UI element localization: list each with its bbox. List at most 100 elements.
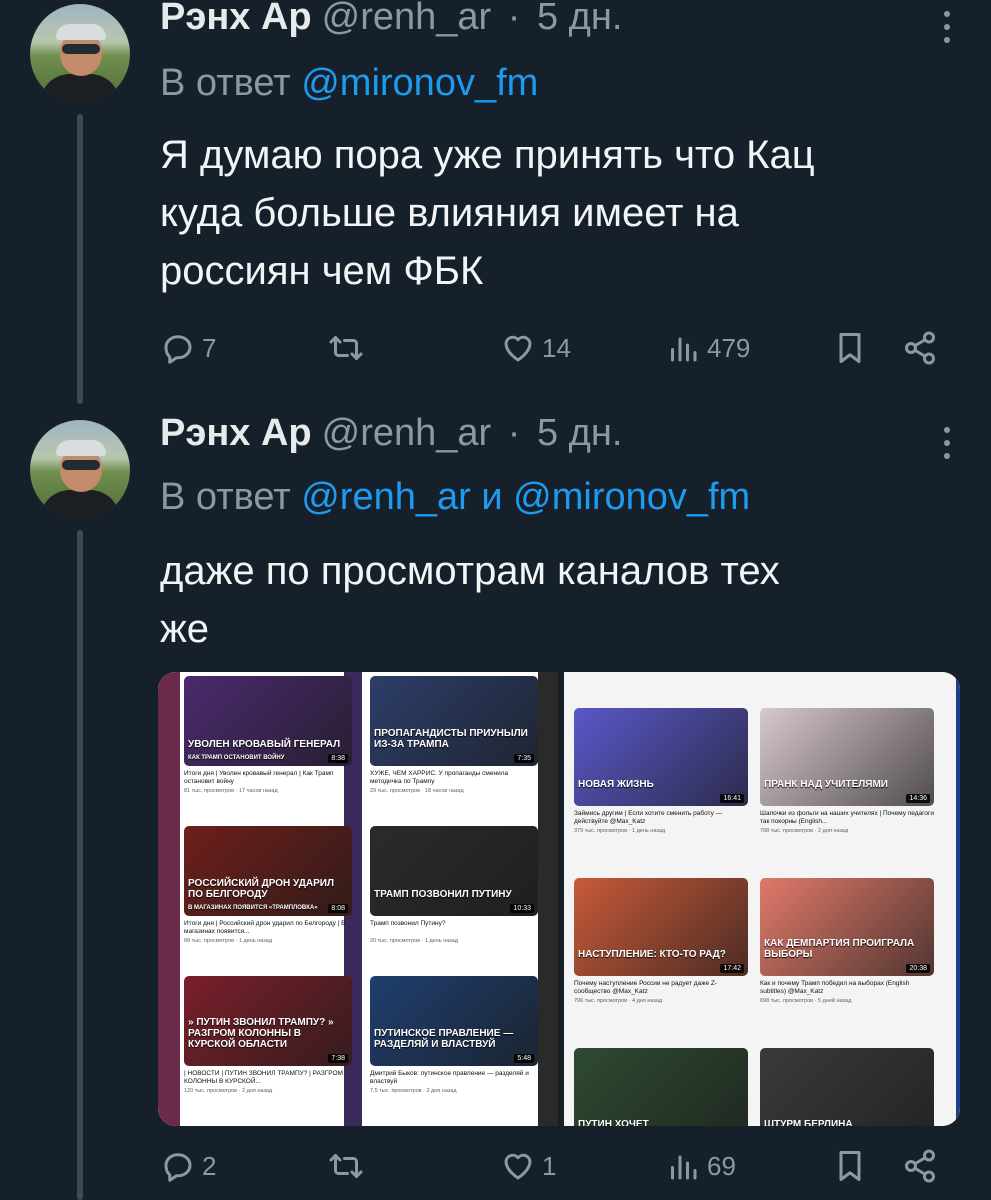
video-card[interactable]: Наступление: кто-то рад? 17:42 Почему наст… <box>574 878 748 1048</box>
video-meta: 7,5 тыс. просмотров · 2 дня назад <box>370 1088 457 1094</box>
video-thumbnail[interactable]: Путин хочет <box>574 1048 748 1126</box>
reply-to-line: В ответ @mironov_fm <box>160 62 538 105</box>
like-count: 1 <box>542 1150 557 1181</box>
video-title[interactable]: Трамп позвонил Путину? <box>370 920 538 928</box>
video-card[interactable]: Пранк над учителями 14:36 Шапочки из фольг… <box>760 708 934 878</box>
video-duration: 14:36 <box>906 794 930 803</box>
share-button[interactable] <box>902 330 944 366</box>
reply-prefix: В ответ <box>160 62 291 104</box>
bookmark-button[interactable] <box>832 330 874 366</box>
retweet-icon <box>329 336 363 360</box>
reply-button[interactable]: 2 <box>160 1148 216 1184</box>
views-button[interactable]: 69 <box>665 1148 736 1184</box>
thumbnail-caption: Уволен кровавый генерал <box>188 739 341 750</box>
media-image-right[interactable]: Новая жизнь 16:41 Займись другим | Если хо… <box>564 672 960 1126</box>
video-title[interactable]: Займись другим | Если хотите сменить раб… <box>574 810 748 826</box>
video-card[interactable]: Штурм Берлина <box>760 1048 934 1126</box>
cropped-thumbnail-strip <box>158 672 180 1126</box>
more-vertical-icon[interactable] <box>943 10 951 50</box>
heart-icon <box>504 335 532 362</box>
cropped-thumbnail-strip <box>538 672 558 1126</box>
video-thumbnail[interactable]: Новая жизнь 16:41 <box>574 708 748 806</box>
video-card[interactable]: Трамп позвонил Путину 10:33 Трамп позвонил… <box>370 826 538 976</box>
tweet-media[interactable]: Уволен кровавый генерал Как Трамп останов… <box>158 672 960 1126</box>
video-title[interactable]: Шапочки из фольги на наших учителях | По… <box>760 810 934 826</box>
reply-count: 2 <box>202 1150 217 1181</box>
thumbnail-caption: Путин хочет <box>578 1119 649 1126</box>
video-thumbnail[interactable]: Пранк над учителями 14:36 <box>760 708 934 806</box>
video-title[interactable]: Итоги дня | Российский дрон ударил по Бе… <box>184 920 352 936</box>
reply-mention[interactable]: @mironov_fm <box>513 476 750 518</box>
share-icon <box>905 331 935 365</box>
bookmark-button[interactable] <box>832 1148 874 1184</box>
author-handle[interactable]: @renh_ar <box>322 0 492 38</box>
tweet-text: даже по просмотрам каналов тех же <box>160 542 960 658</box>
video-title[interactable]: Почему наступление России не радует даже… <box>574 980 748 996</box>
video-card[interactable]: Новая жизнь 16:41 Займись другим | Если хо… <box>574 708 748 878</box>
cropped-thumbnail-strip <box>956 672 960 1126</box>
tweet-time[interactable]: 5 дн. <box>537 0 622 38</box>
video-card[interactable]: Пропагандисты приуныли из-за Трампа 7:35 Х… <box>370 676 538 826</box>
avatar-glasses <box>62 44 100 54</box>
video-card[interactable]: Российский дрон ударил по Белгороду В маг… <box>184 826 352 976</box>
video-thumbnail[interactable]: Трамп позвонил Путину 10:33 <box>370 826 538 916</box>
reply-mention[interactable]: @mironov_fm <box>301 62 538 104</box>
more-vertical-icon[interactable] <box>943 426 951 466</box>
video-card[interactable]: Путин хочет <box>574 1048 748 1126</box>
thumbnail-caption: Российский дрон ударил по Белгороду <box>188 878 334 900</box>
video-card[interactable]: » Путин звонил Трампу? » Разгром колонны… <box>184 976 352 1126</box>
video-thumbnail[interactable]: » Путин звонил Трампу? » Разгром колонны… <box>184 976 352 1066</box>
video-title[interactable]: Дмитрий Быков: путинское правление — раз… <box>370 1070 538 1086</box>
video-duration: 5:48 <box>514 1054 534 1063</box>
thumbnail-caption: Пропагандисты приуныли из-за Трампа <box>374 728 528 750</box>
reply-button[interactable]: 7 <box>160 330 216 366</box>
video-title[interactable]: ХУЖЕ, ЧЕМ ХАРРИС. У пропаганды сменила м… <box>370 770 538 786</box>
separator-dot: · <box>507 412 521 454</box>
thumbnail-caption: Пранк над учителями <box>764 779 888 790</box>
video-card[interactable]: Как демпартия проиграла выборы 20:38 Как и… <box>760 878 934 1048</box>
tweet-header: Рэнх Ар @renh_ar · 5 дн. <box>160 0 622 39</box>
video-card[interactable]: Уволен кровавый генерал Как Трамп останов… <box>184 676 352 826</box>
tweet-actions: 2 1 69 <box>160 1148 950 1192</box>
tweet-text: Я думаю пора уже принять что Кац куда бо… <box>160 126 960 300</box>
views-button[interactable]: 479 <box>665 330 750 366</box>
video-thumbnail[interactable]: Пропагандисты приуныли из-за Трампа 7:35 <box>370 676 538 766</box>
retweet-button[interactable] <box>328 330 370 366</box>
author-handle[interactable]: @renh_ar <box>322 412 492 454</box>
video-duration: 16:41 <box>720 794 744 803</box>
views-icon <box>671 337 697 362</box>
tweet-time[interactable]: 5 дн. <box>537 412 622 454</box>
video-thumbnail[interactable]: Путинское правление — разделяй и властву… <box>370 976 538 1066</box>
video-meta: 20 тыс. просмотров · 1 день назад <box>370 938 459 944</box>
video-meta: 379 тыс. просмотров · 1 день назад <box>574 828 666 834</box>
avatar[interactable] <box>30 4 130 104</box>
media-image-left[interactable]: Уволен кровавый генерал Как Трамп останов… <box>158 672 558 1126</box>
reply-count: 7 <box>202 332 217 363</box>
author-name[interactable]: Рэнх Ар <box>160 0 312 38</box>
thumbnail-caption: Трамп позвонил Путину <box>374 889 512 900</box>
video-thumbnail[interactable]: Российский дрон ударил по Белгороду В маг… <box>184 826 352 916</box>
tweet-text-line: же <box>160 607 210 651</box>
video-title[interactable]: | НОВОСТИ | ПУТИН ЗВОНИЛ ТРАМПУ? | РАЗГР… <box>184 1070 352 1086</box>
video-title[interactable]: Итоги дня | Уволен кровавый генерал | Ка… <box>184 770 352 786</box>
video-thumbnail[interactable]: Уволен кровавый генерал Как Трамп останов… <box>184 676 352 766</box>
like-button[interactable]: 14 <box>500 330 571 366</box>
retweet-icon <box>329 1154 363 1178</box>
video-thumbnail[interactable]: Как демпартия проиграла выборы 20:38 <box>760 878 934 976</box>
tweet-header: Рэнх Ар @renh_ar · 5 дн. <box>160 412 622 455</box>
video-thumbnail[interactable]: Наступление: кто-то рад? 17:42 <box>574 878 748 976</box>
video-card[interactable]: Путинское правление — разделяй и властву… <box>370 976 538 1126</box>
bookmark-icon <box>839 333 861 363</box>
like-button[interactable]: 1 <box>500 1148 556 1184</box>
video-meta: 68 тыс. просмотров · 1 день назад <box>184 938 273 944</box>
retweet-button[interactable] <box>328 1148 370 1184</box>
video-meta: 120 тыс. просмотров · 2 дня назад <box>184 1088 273 1094</box>
tweet-text-line: куда больше влияния имеет на <box>160 191 739 235</box>
share-button[interactable] <box>902 1148 944 1184</box>
video-title[interactable]: Как и почему Трамп победил на выборах (E… <box>760 980 934 996</box>
avatar[interactable] <box>30 420 130 520</box>
author-name[interactable]: Рэнх Ар <box>160 412 312 454</box>
video-thumbnail[interactable]: Штурм Берлина <box>760 1048 934 1126</box>
views-icon <box>671 1155 697 1180</box>
reply-mention[interactable]: @renh_ar <box>301 476 471 518</box>
